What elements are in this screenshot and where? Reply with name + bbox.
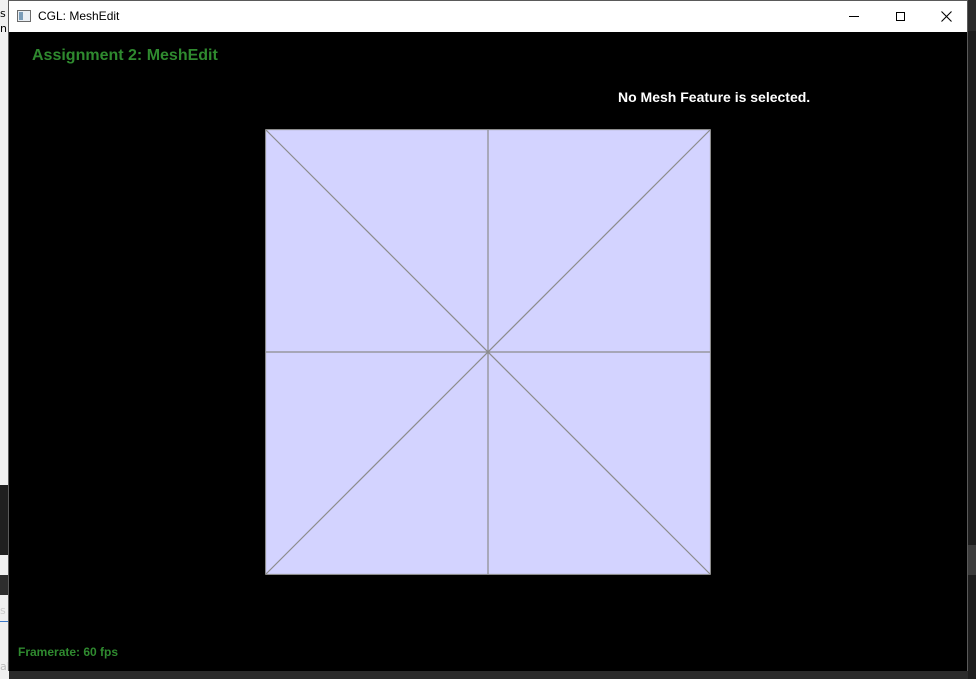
maximize-icon [895, 12, 905, 21]
background-right-panel [968, 545, 976, 575]
window-app-icon[interactable] [17, 10, 31, 22]
title-bar[interactable]: CGL: MeshEdit [9, 1, 967, 32]
mesh-edges[interactable] [265, 129, 711, 575]
background-text-fragment: s [0, 604, 6, 617]
close-icon [940, 11, 952, 22]
minimize-button[interactable] [831, 1, 877, 32]
window-title: CGL: MeshEdit [38, 9, 120, 23]
close-button[interactable] [923, 1, 969, 32]
framerate-label: Framerate: 60 fps [18, 645, 119, 659]
background-text-fragment: n [0, 22, 7, 35]
background-right-strip [968, 31, 976, 679]
minimize-icon [849, 16, 859, 17]
selection-status: No Mesh Feature is selected. [618, 89, 811, 105]
meshedit-window: CGL: MeshEdit Assignment 2: MeshEdit No … [8, 0, 968, 671]
maximize-button[interactable] [877, 1, 923, 32]
mesh-canvas[interactable] [265, 129, 711, 575]
render-viewport[interactable]: Assignment 2: MeshEdit No Mesh Feature i… [9, 32, 967, 671]
background-text-fragment: s [0, 7, 6, 20]
assignment-title: Assignment 2: MeshEdit [32, 47, 218, 64]
